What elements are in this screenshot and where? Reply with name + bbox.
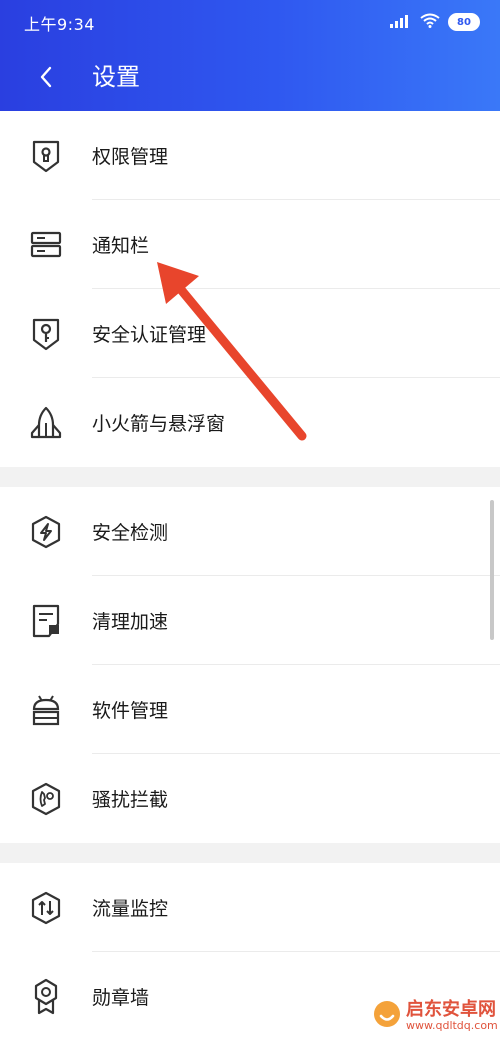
battery-indicator: 80 [448,13,480,31]
settings-item-security-check[interactable]: 安全检测 [0,487,500,576]
settings-item-label: 小火箭与悬浮窗 [92,413,226,435]
phone-block-icon [26,779,66,819]
watermark-url: www.qdltdq.com [406,1018,498,1032]
rocket-icon [26,403,66,443]
notification-bar-icon [26,225,66,265]
settings-group-2: 安全检测 清理加速 软件管理 骚扰拦截 [0,487,500,843]
settings-item-label: 骚扰拦截 [92,789,169,811]
status-icons: 80 [390,12,480,32]
status-time: 上午9:34 [24,15,95,34]
signal-icon [390,13,412,32]
watermark-logo-icon [372,999,402,1033]
data-traffic-icon [26,888,66,928]
group-separator [0,467,500,487]
shield-keyhole-icon [26,136,66,176]
settings-item-clean-speedup[interactable]: 清理加速 [0,576,500,665]
watermark-text: 启东安卓网 www.qdltdq.com [406,998,498,1032]
settings-item-security-auth[interactable]: 安全认证管理 [0,289,500,378]
medal-icon [26,977,66,1017]
page-title: 设置 [92,63,140,91]
watermark-name: 启东安卓网 [406,998,496,1020]
settings-item-rocket-float[interactable]: 小火箭与悬浮窗 [0,378,500,467]
settings-item-notification-bar[interactable]: 通知栏 [0,200,500,289]
settings-item-harassment-block[interactable]: 骚扰拦截 [0,754,500,843]
settings-item-label: 流量监控 [92,898,169,920]
settings-item-data-monitor[interactable]: 流量监控 [0,863,500,952]
settings-item-permissions[interactable]: 权限管理 [0,111,500,200]
settings-group-1: 权限管理 通知栏 安全认证管理 小火箭与悬浮窗 [0,111,500,467]
shield-key-icon [26,314,66,354]
chevron-left-icon [40,66,52,88]
settings-item-label: 权限管理 [92,146,169,168]
settings-item-app-manager[interactable]: 软件管理 [0,665,500,754]
shield-lightning-icon [26,512,66,552]
watermark: 启东安卓网 www.qdltdq.com [372,996,498,1036]
android-icon [26,690,66,730]
settings-item-label: 软件管理 [92,700,169,722]
back-button[interactable] [28,60,64,94]
group-separator [0,843,500,863]
settings-item-label: 通知栏 [92,235,150,257]
settings-item-label: 安全认证管理 [92,324,207,346]
settings-list: 权限管理 通知栏 安全认证管理 小火箭与悬浮窗 安全检测 清理加速 软件管理 骚… [0,111,500,1041]
wifi-icon [420,13,440,32]
settings-item-label: 勋章墙 [92,987,150,1009]
settings-item-label: 清理加速 [92,611,169,633]
settings-item-label: 安全检测 [92,522,169,544]
app-header: 上午9:34 80 设置 [0,0,500,111]
scrollbar[interactable] [490,500,494,640]
clean-document-icon [26,601,66,641]
